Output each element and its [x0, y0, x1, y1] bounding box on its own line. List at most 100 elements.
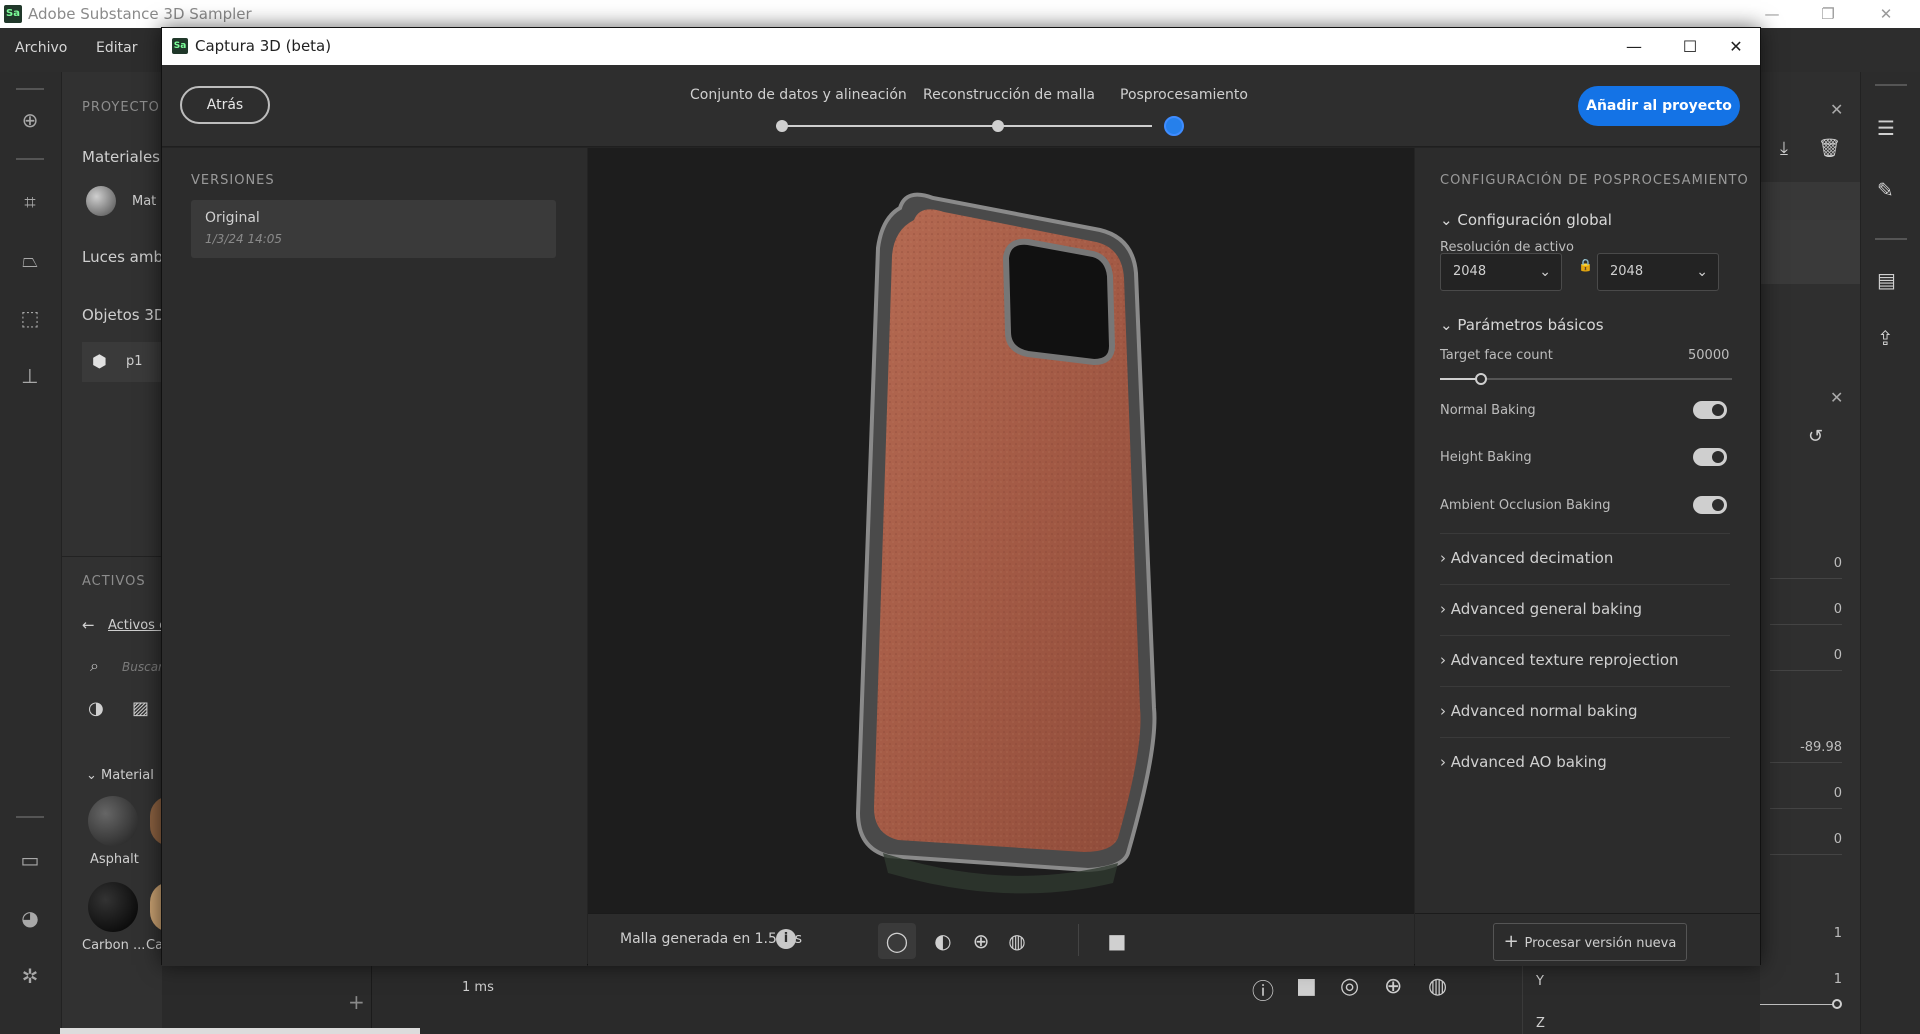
solid-view-icon[interactable]: ◯	[878, 923, 916, 959]
ruler-icon[interactable]: ✎	[1877, 178, 1894, 202]
crop-icon[interactable]: ⌗	[16, 188, 44, 216]
menu-editar[interactable]: Editar	[96, 40, 137, 56]
transform-icon[interactable]: ⬚	[16, 304, 44, 332]
advanced-normal-baking-section[interactable]: › Advanced normal baking	[1440, 686, 1730, 736]
materials-group-label[interactable]: ⌄ Material	[86, 768, 154, 783]
edit-document-icon[interactable]: ▤	[1877, 268, 1896, 292]
advanced-texture-reprojection-section[interactable]: › Advanced texture reprojection	[1440, 635, 1730, 685]
property-value[interactable]: -89.98	[1780, 740, 1842, 755]
advanced-ao-baking-section[interactable]: › Advanced AO baking	[1440, 737, 1730, 787]
advanced-ao-baking-text: Advanced AO baking	[1450, 753, 1607, 771]
resolution-width-select[interactable]: 2048 ⌄	[1440, 253, 1562, 291]
advanced-decimation-section[interactable]: › Advanced decimation	[1440, 533, 1730, 583]
property-value[interactable]: 0	[1780, 648, 1842, 663]
material-thumbnail[interactable]	[86, 186, 116, 216]
image-filter-icon[interactable]: ▨	[132, 698, 149, 719]
process-new-version-button[interactable]: + Procesar versión nueva	[1493, 923, 1687, 961]
palette-icon[interactable]: ◕	[16, 904, 44, 932]
trash-icon[interactable]: 🗑	[1818, 138, 1841, 159]
stamp-icon[interactable]: ⊥	[16, 362, 44, 390]
chevron-down-icon: ⌄	[1539, 264, 1551, 280]
property-value[interactable]: 1	[1780, 926, 1842, 941]
property-underline	[1770, 854, 1842, 855]
version-name: Original	[205, 210, 260, 226]
display-settings-icon[interactable]: ▭	[16, 846, 44, 874]
lighting-icon-bg[interactable]: ◎	[1340, 974, 1359, 999]
process-new-version-label: Procesar versión nueva	[1524, 936, 1677, 951]
step-label-dataset[interactable]: Conjunto de datos y alineación	[690, 87, 907, 103]
global-settings-heading[interactable]: ⌄ Configuración global	[1440, 211, 1612, 229]
wireframe-icon-bg[interactable]: ⊕	[1384, 974, 1402, 999]
assets-link[interactable]: Activos c	[108, 618, 166, 633]
settings-caption: CONFIGURACIÓN DE POSPROCESAMIENTO	[1440, 173, 1749, 188]
normal-baking-toggle[interactable]	[1693, 401, 1727, 419]
reset-icon[interactable]: ↺	[1808, 426, 1823, 447]
height-baking-label: Height Baking	[1440, 450, 1532, 465]
perspective-icon[interactable]: ⏢	[16, 246, 44, 274]
back-arrow-icon[interactable]: ←	[82, 616, 95, 634]
asset-thumbnail-asphalt[interactable]	[88, 796, 138, 846]
toolbar-separator	[1078, 924, 1079, 956]
menu-archivo[interactable]: Archivo	[15, 40, 67, 56]
maximize-icon[interactable]: ☐	[1670, 32, 1710, 62]
version-item-original[interactable]: Original 1/3/24 14:05	[191, 200, 556, 258]
property-value[interactable]: 1	[1780, 972, 1842, 987]
texture-view-icon[interactable]: ◍	[998, 923, 1036, 959]
advanced-ao-baking-label: › Advanced AO baking	[1440, 753, 1607, 771]
share-icon[interactable]: ⇪	[1877, 326, 1894, 350]
dialog-logo: Sa	[172, 38, 188, 54]
export-icon[interactable]: ⤓	[1780, 138, 1788, 159]
face-count-slider-thumb[interactable]	[1474, 373, 1487, 385]
close-icon[interactable]: ✕	[1830, 388, 1843, 407]
minimize-icon[interactable]: —	[1614, 32, 1654, 62]
material-item-label[interactable]: Mat	[132, 194, 156, 209]
environment-icon-bg[interactable]: ◍	[1428, 974, 1447, 999]
face-count-value[interactable]: 50000	[1688, 348, 1729, 363]
close-icon[interactable]: ✕	[1866, 2, 1906, 26]
restore-icon[interactable]: ❐	[1808, 2, 1848, 26]
add-icon[interactable]: ⊕	[16, 106, 44, 134]
basic-params-heading[interactable]: ⌄ Parámetros básicos	[1440, 316, 1604, 334]
step-dot-postprocessing-active[interactable]	[1164, 116, 1184, 136]
resolution-height-select[interactable]: 2048 ⌄	[1597, 253, 1719, 291]
camera-icon[interactable]: ■	[1098, 923, 1136, 959]
app-logo: Sa	[4, 5, 22, 23]
close-icon[interactable]: ✕	[1716, 32, 1756, 62]
asset-thumbnail-carbon[interactable]	[88, 882, 138, 932]
camera-icon-bg[interactable]: ■	[1296, 974, 1317, 999]
back-button[interactable]: Atrás	[180, 86, 270, 124]
step-dot-dataset[interactable]	[776, 120, 788, 132]
add-to-project-button[interactable]: Añadir al proyecto	[1578, 86, 1740, 126]
horizontal-scrollbar[interactable]	[60, 1028, 420, 1034]
wireframe-view-icon[interactable]: ⊕	[962, 923, 1000, 959]
ao-baking-toggle[interactable]	[1693, 496, 1727, 514]
shaded-view-icon[interactable]: ◐	[924, 923, 962, 959]
adjustments-icon[interactable]: ☰	[1877, 116, 1895, 140]
y-slider-thumb[interactable]	[1832, 999, 1842, 1009]
info-icon-bg[interactable]: ⓘ	[1252, 974, 1274, 1006]
step-label-postprocessing[interactable]: Posprocesamiento	[1120, 87, 1248, 103]
close-icon[interactable]: ✕	[1830, 100, 1843, 119]
3d-viewport[interactable]	[588, 148, 1414, 913]
asset-search-input[interactable]: Buscar	[122, 660, 163, 674]
add-asset-icon[interactable]: +	[348, 990, 365, 1014]
lock-icon[interactable]: 🔒	[1578, 258, 1593, 272]
toggle-knob	[1712, 451, 1724, 463]
resolution-height-value: 2048	[1610, 264, 1644, 279]
step-label-reconstruction[interactable]: Reconstrucción de malla	[923, 87, 1095, 103]
property-value[interactable]: 0	[1780, 602, 1842, 617]
property-value[interactable]: 0	[1780, 556, 1842, 571]
minimize-icon[interactable]: —	[1752, 2, 1792, 26]
advanced-general-baking-section[interactable]: › Advanced general baking	[1440, 584, 1730, 634]
height-baking-toggle[interactable]	[1693, 448, 1727, 466]
info-icon[interactable]: i	[776, 929, 796, 949]
material-filter-icon[interactable]: ◑	[88, 698, 104, 719]
property-value[interactable]: 0	[1780, 786, 1842, 801]
step-dot-reconstruction[interactable]	[992, 120, 1004, 132]
object-item[interactable]: ⬢ p1	[82, 342, 162, 382]
property-value[interactable]: 0	[1780, 832, 1842, 847]
plugins-icon[interactable]: ✲	[16, 962, 44, 990]
advanced-decimation-text: Advanced decimation	[1450, 549, 1614, 567]
assets-caption: ACTIVOS	[82, 574, 146, 589]
properties-panel: ✕ ⤓ 🗑 ✕ ↺ 0 0 0 -89.98 0 0 1 1	[1690, 72, 1860, 1034]
